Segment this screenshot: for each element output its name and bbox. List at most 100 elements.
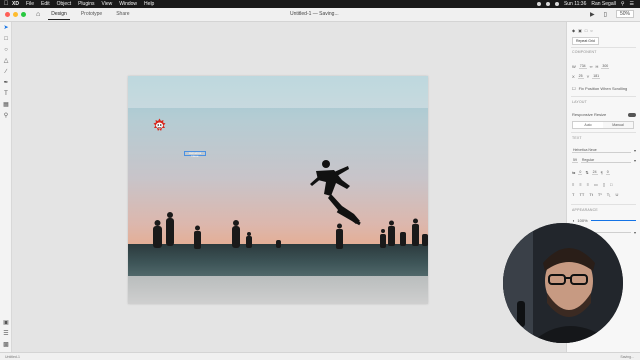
component-icon[interactable]: ◆ xyxy=(572,28,575,33)
align-left-icon[interactable]: ≡ xyxy=(572,182,574,187)
minimize-window-button[interactable] xyxy=(13,12,18,17)
menu-plugins[interactable]: Plugins xyxy=(78,0,94,8)
chevron-down-icon[interactable]: ▾ xyxy=(634,230,636,235)
pen-tool-icon[interactable]: ✒ xyxy=(0,77,12,88)
zoom-window-button[interactable] xyxy=(21,12,26,17)
menu-list-icon[interactable]: ☰ xyxy=(630,0,634,8)
resize-mode-segmented: Auto Manual xyxy=(572,121,634,129)
y-label: Y xyxy=(586,74,590,79)
uppercase-icon[interactable]: TT xyxy=(579,192,584,197)
appearance-header: APPEARANCE xyxy=(572,208,598,212)
line-tool-icon[interactable]: ∕ xyxy=(0,66,12,77)
small-caps-icon[interactable]: Tt xyxy=(589,192,593,197)
fixed-size-icon[interactable]: □ xyxy=(610,182,612,187)
layers-panel-icon[interactable]: ☰ xyxy=(0,328,12,339)
menu-user[interactable]: Ran Segall xyxy=(591,0,615,8)
opacity-slider[interactable] xyxy=(590,220,636,221)
artboard-tool-icon[interactable]: ▦ xyxy=(0,99,12,110)
font-family-dropdown[interactable]: Helvetica Neue xyxy=(572,148,631,153)
align-right-icon[interactable]: ≡ xyxy=(587,182,589,187)
group-icon[interactable]: □ xyxy=(585,28,587,33)
status-icon[interactable] xyxy=(536,2,541,6)
underline-icon[interactable]: U xyxy=(615,192,618,197)
polygon-tool-icon[interactable]: △ xyxy=(0,55,12,66)
spotlight-icon[interactable]: ⚲ xyxy=(621,0,625,8)
menu-object[interactable]: Object xyxy=(57,0,71,8)
chevron-down-icon[interactable]: ▾ xyxy=(634,148,636,153)
zoom-dropdown[interactable]: 50% xyxy=(615,10,634,18)
tab-share[interactable]: Share xyxy=(113,9,132,20)
y-field[interactable]: 181 xyxy=(592,74,601,79)
webcam-overlay xyxy=(503,223,623,343)
line-spacing-field[interactable]: 24 xyxy=(591,170,598,175)
text-transform-icon[interactable]: T xyxy=(572,192,574,197)
lock-aspect-icon[interactable]: ∞ xyxy=(590,64,593,69)
chevron-down-icon[interactable]: ▾ xyxy=(634,158,636,163)
menu-file[interactable]: File xyxy=(26,0,34,8)
tab-prototype[interactable]: Prototype xyxy=(78,9,105,20)
x-field[interactable]: 25 xyxy=(577,74,584,79)
rectangle-tool-icon[interactable]: □ xyxy=(0,33,12,44)
align-center-icon[interactable]: ≡ xyxy=(579,182,581,187)
mobile-preview-icon[interactable]: ▯ xyxy=(604,11,607,18)
brand-logo-icon[interactable] xyxy=(153,118,166,132)
responsive-resize-label: Responsive Resize xyxy=(572,112,607,117)
char-spacing-icon: ⇆ xyxy=(572,170,576,175)
wifi-icon[interactable] xyxy=(545,2,550,6)
play-preview-icon[interactable]: ▶ xyxy=(590,11,595,18)
para-spacing-field[interactable]: 0 xyxy=(605,170,610,175)
close-window-button[interactable] xyxy=(5,12,10,17)
layout-header: LAYOUT xyxy=(572,100,587,104)
window-controls xyxy=(5,12,26,17)
subscript-icon[interactable]: T₁ xyxy=(607,192,611,197)
battery-icon[interactable] xyxy=(554,2,559,6)
presenter-video xyxy=(503,223,623,343)
menu-app-name[interactable]: XD xyxy=(12,0,19,8)
superscript-icon[interactable]: T¹ xyxy=(598,192,602,197)
auto-width-icon[interactable]: ▭ xyxy=(594,182,598,187)
font-weight-dropdown[interactable]: Regular xyxy=(580,158,631,163)
menu-help[interactable]: Help xyxy=(144,0,154,8)
apple-icon[interactable]:  xyxy=(0,0,12,8)
status-left-text: Untitled-1 xyxy=(5,354,20,359)
menu-window[interactable]: Window xyxy=(119,0,137,8)
design-canvas[interactable]: Web 1920 – 1 xyxy=(12,22,566,352)
document-title: Untitled-1 — Saving... xyxy=(290,11,339,17)
menu-view[interactable]: View xyxy=(102,0,113,8)
menu-edit[interactable]: Edit xyxy=(41,0,50,8)
line-spacing-icon: ⇅ xyxy=(585,170,589,175)
plugins-panel-icon[interactable]: ▩ xyxy=(0,339,12,350)
boolean-icon[interactable]: ○ xyxy=(590,28,592,33)
assets-panel-icon[interactable]: ▣ xyxy=(0,317,12,328)
h-label: H xyxy=(595,64,599,69)
w-label: W xyxy=(572,64,576,69)
text-tool-icon[interactable]: T xyxy=(0,88,12,99)
zoom-tool-icon[interactable]: ⚲ xyxy=(0,110,12,121)
home-icon[interactable]: ⌂ xyxy=(36,11,40,18)
repeat-grid-button[interactable]: Repeat Grid xyxy=(572,37,599,45)
menu-clock[interactable]: Sun 11:36 xyxy=(564,0,586,8)
mask-icon[interactable]: ▣ xyxy=(578,28,582,33)
text-header: TEXT xyxy=(572,136,582,140)
selected-text-box[interactable]: Helvetica Neue xyxy=(184,151,206,158)
width-field[interactable]: 734 xyxy=(578,64,587,69)
component-header: COMPONENT xyxy=(572,50,597,54)
resize-manual-option[interactable]: Manual xyxy=(603,122,633,128)
height-field[interactable]: 300 xyxy=(601,64,610,69)
artboard[interactable]: Helvetica Neue xyxy=(128,76,428,304)
responsive-resize-toggle[interactable] xyxy=(628,112,636,117)
auto-height-icon[interactable]: ▯ xyxy=(603,182,605,187)
divider xyxy=(571,47,636,48)
resize-auto-option[interactable]: Auto xyxy=(573,122,603,128)
divider xyxy=(571,96,636,97)
font-size-field[interactable]: 59 xyxy=(572,158,578,163)
opacity-value[interactable]: 100% xyxy=(577,218,587,223)
ellipse-tool-icon[interactable]: ○ xyxy=(0,44,12,55)
select-tool-icon[interactable]: ➤ xyxy=(0,22,12,33)
divider xyxy=(571,204,636,205)
skater-silhouettes xyxy=(153,160,428,249)
char-spacing-field[interactable]: 0 xyxy=(578,170,583,175)
tools-toolbar: ➤ □ ○ △ ∕ ✒ T ▦ ⚲ ▣ ☰ ▩ xyxy=(0,22,12,352)
fix-position-checkbox[interactable]: ☐ xyxy=(572,86,576,91)
tab-design[interactable]: Design xyxy=(48,9,70,20)
